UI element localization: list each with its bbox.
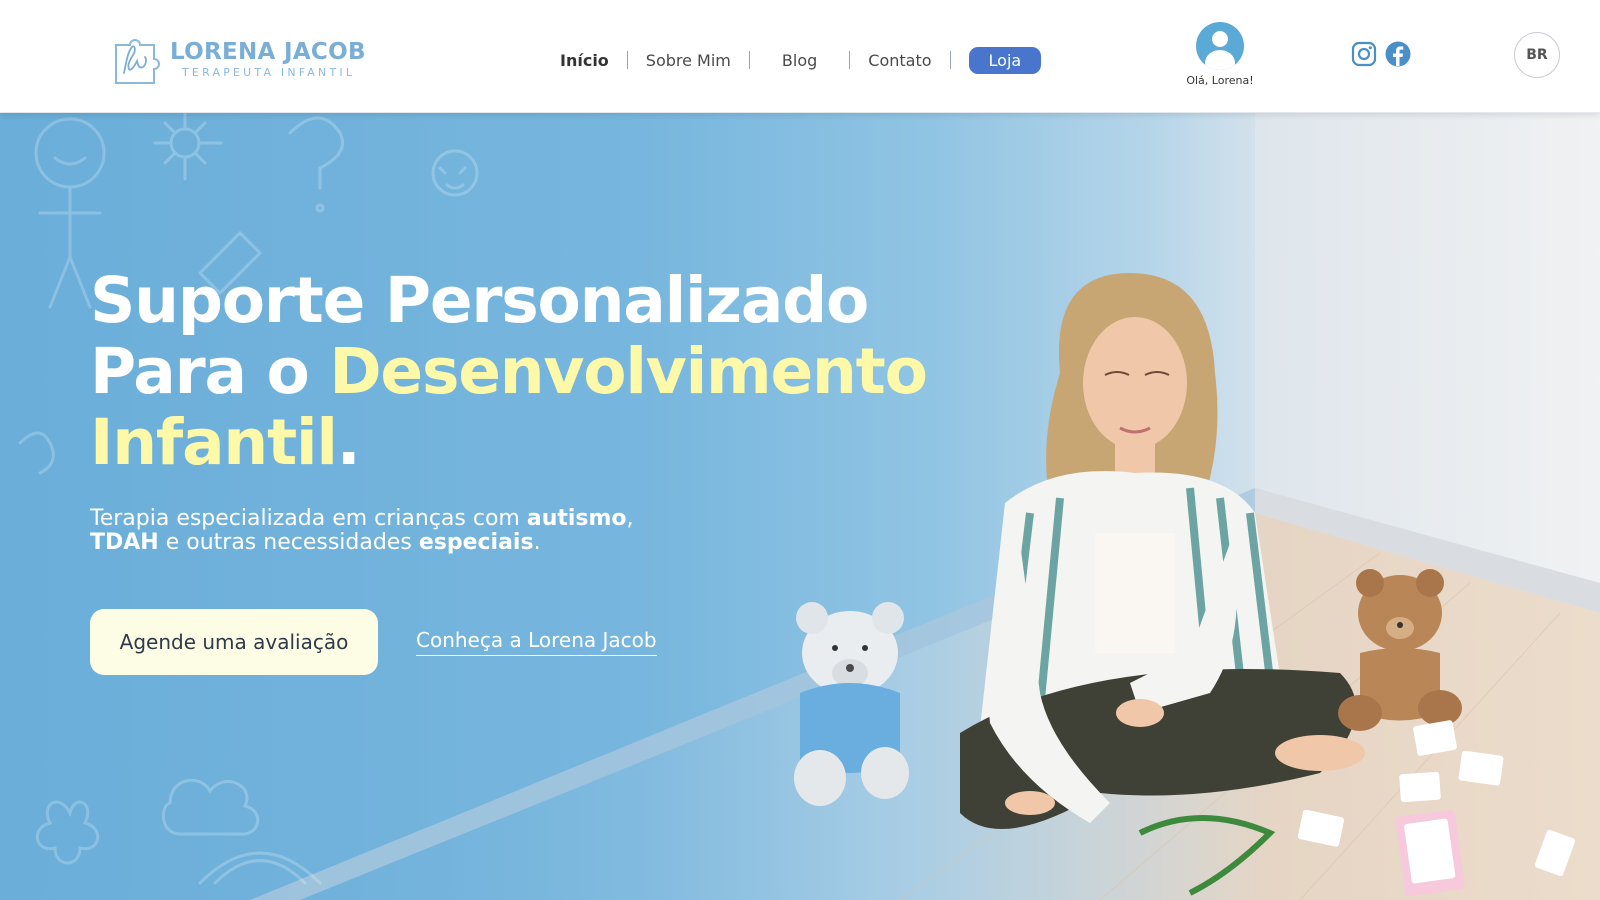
nav-divider [949, 51, 951, 69]
hero-subtitle-bold: autismo [526, 506, 627, 531]
user-greeting: Olá, Lorena! [1186, 74, 1254, 87]
hero-title-highlight: Desenvolvimento [329, 335, 928, 408]
hero-subtitle: Terapia especializada em crianças com au… [90, 507, 790, 555]
hero-title-period: . [336, 406, 361, 479]
nav-item-blog[interactable]: Blog [782, 51, 817, 70]
nav-item-inicio[interactable]: Início [560, 51, 609, 70]
meet-lorena-link[interactable]: Conheça a Lorena Jacob [416, 628, 657, 656]
hero-section: Suporte Personalizado Para o Desenvolvim… [0, 113, 1600, 900]
nav-item-contato[interactable]: Contato [868, 51, 931, 70]
hero-subtitle-text: e outras necessidades [158, 530, 419, 555]
hero-subtitle-bold: TDAH [90, 530, 159, 555]
user-icon [1196, 22, 1244, 70]
instagram-icon[interactable] [1350, 40, 1378, 68]
teddy-bear-left-image [794, 602, 909, 806]
main-nav: Início Sobre Mim Blog Contato Loja [560, 46, 1042, 74]
puzzle-logo-icon [115, 39, 160, 84]
brand-logo[interactable]: LORENA JACOB TERAPEUTA INFANTIL [112, 32, 372, 86]
nav-item-sobre-mim[interactable]: Sobre Mim [646, 51, 731, 70]
therapist-figure [960, 273, 1365, 829]
social-links [1350, 40, 1412, 68]
brand-tagline: TERAPEUTA INFANTIL [182, 65, 356, 79]
nav-divider [626, 51, 628, 69]
hero-subtitle-bold: especiais [418, 530, 534, 555]
hero-subtitle-text: , [626, 506, 634, 531]
hero-title-line1: Suporte Personalizado [90, 264, 869, 337]
brand-name: LORENA JACOB [170, 38, 366, 65]
hero-subtitle-text: . [533, 530, 541, 555]
nav-divider [748, 51, 750, 69]
hero-title-highlight: Infantil [90, 406, 338, 479]
site-header: LORENA JACOB TERAPEUTA INFANTIL Início S… [0, 0, 1600, 113]
nav-shop-button[interactable]: Loja [968, 46, 1042, 74]
user-account[interactable]: Olá, Lorena! [1180, 22, 1260, 87]
teddy-bear-right-image [1338, 569, 1462, 731]
nav-divider [849, 51, 851, 69]
therapist-photo [794, 273, 1576, 897]
hero-subtitle-text: Terapia especializada em crianças com [90, 506, 527, 531]
hero-title: Suporte Personalizado Para o Desenvolvim… [90, 265, 970, 478]
schedule-evaluation-button[interactable]: Agende uma avaliação [90, 609, 378, 675]
hero-title-line2: Para o [90, 335, 330, 408]
facebook-icon[interactable] [1384, 40, 1412, 68]
language-switch[interactable]: BR [1514, 32, 1560, 78]
